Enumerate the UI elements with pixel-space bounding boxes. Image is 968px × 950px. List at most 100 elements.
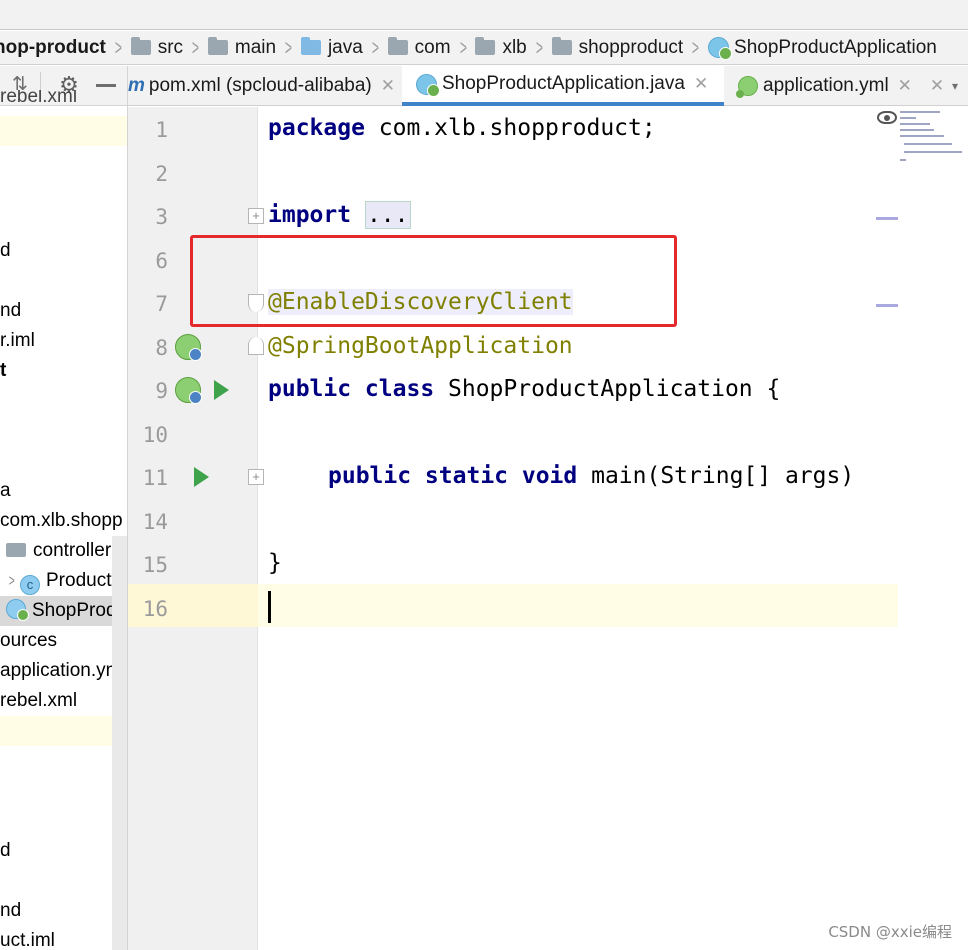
close-icon[interactable]: ✕ xyxy=(381,76,395,96)
folded-imports[interactable]: ... xyxy=(364,201,411,229)
line-number: 11 xyxy=(142,466,168,490)
spring-bean-icon[interactable] xyxy=(175,334,202,361)
tree-item[interactable] xyxy=(0,716,127,746)
minimap-line xyxy=(900,129,934,131)
tree-item-product[interactable]: > c Product xyxy=(0,566,127,596)
breadcrumb-project[interactable]: hop-product xyxy=(0,31,106,64)
tree-item-shopproductapplication[interactable]: ShopProdu xyxy=(0,596,127,626)
close-icon[interactable]: ✕ xyxy=(694,74,708,94)
fold-expand-icon[interactable]: + xyxy=(248,208,264,224)
tree-item[interactable]: nd xyxy=(0,896,127,926)
chevron-right-icon: > xyxy=(459,34,467,60)
code-minimap[interactable] xyxy=(898,107,968,167)
chevron-right-icon: > xyxy=(371,34,379,60)
line-number: 16 xyxy=(142,597,168,621)
fold-expand-icon[interactable]: + xyxy=(248,469,264,485)
highlight-box xyxy=(190,235,677,327)
minimap-line xyxy=(900,111,940,113)
tree-item-rebel-xml[interactable]: rebel.xml xyxy=(0,686,127,716)
text-caret xyxy=(268,591,271,623)
tree-item[interactable] xyxy=(0,116,127,146)
breadcrumb-item-shopproduct[interactable]: shopproduct xyxy=(551,31,683,64)
window-top-strip xyxy=(0,0,968,30)
source-folder-icon xyxy=(300,37,321,55)
tree-item[interactable]: t xyxy=(0,356,127,386)
code-line-3: import ... xyxy=(268,201,411,229)
folder-icon xyxy=(130,37,151,55)
tree-item-package[interactable]: com.xlb.shopp xyxy=(0,506,127,536)
line-number: 10 xyxy=(142,423,168,447)
run-icon[interactable] xyxy=(214,380,229,400)
minimap-line xyxy=(900,159,906,161)
minimap-line xyxy=(904,151,962,153)
tree-item-application-yml[interactable]: application.ym xyxy=(0,656,127,686)
tree-item[interactable]: a xyxy=(0,476,127,506)
spring-boot-class-icon xyxy=(6,599,29,621)
line-number: 15 xyxy=(142,553,168,577)
close-icon[interactable]: ✕ xyxy=(930,76,944,96)
line-number: 14 xyxy=(142,510,168,534)
tree-item[interactable]: rebel.xml xyxy=(0,90,127,106)
line-number: 6 xyxy=(155,249,168,273)
editor-tab-bar: m pom.xml (spcloud-alibaba) ✕ ShopProduc… xyxy=(128,66,968,106)
breadcrumb-item-class[interactable]: ShopProductApplication xyxy=(708,31,937,64)
breadcrumb-item-java[interactable]: java xyxy=(300,31,363,64)
tree-item[interactable]: d xyxy=(0,236,127,266)
minimap-line xyxy=(900,117,916,119)
line-number: 2 xyxy=(155,162,168,186)
chevron-right-icon: > xyxy=(535,34,543,60)
tab-pom-xml[interactable]: m pom.xml (spcloud-alibaba) ✕ xyxy=(128,66,400,106)
error-stripe-mark[interactable] xyxy=(876,304,898,307)
breadcrumb-item-src[interactable]: src xyxy=(130,31,183,64)
code-editor[interactable]: 1 2 3 6 7 8 9 10 11 14 15 16 + + package… xyxy=(128,107,968,950)
minimap-line xyxy=(900,135,944,137)
breadcrumb-item-com[interactable]: com xyxy=(387,31,451,64)
breadcrumb-item-xlb[interactable]: xlb xyxy=(475,31,527,64)
breadcrumb: hop-product > src > main > java > com > … xyxy=(0,31,968,65)
spring-config-icon xyxy=(736,76,758,98)
breadcrumb-item-main[interactable]: main xyxy=(207,31,276,64)
project-tool-window: ⇅ ⚙ rebel.xml d nd r.iml t a com.xlb.sho… xyxy=(0,66,128,950)
error-stripe-mark[interactable] xyxy=(876,217,898,220)
package-icon xyxy=(475,37,496,55)
class-icon: c xyxy=(20,575,40,595)
sidebar-scrollbar[interactable] xyxy=(112,536,127,950)
code-line-9: public class ShopProductApplication { xyxy=(268,376,781,402)
line-number: 9 xyxy=(155,379,168,403)
tree-item[interactable]: nd xyxy=(0,296,127,326)
spring-bean-icon[interactable] xyxy=(175,377,202,404)
line-number: 7 xyxy=(155,292,168,316)
chevron-right-icon: > xyxy=(284,34,293,60)
tree-item[interactable]: r.iml xyxy=(0,326,127,356)
spring-boot-class-icon xyxy=(708,37,733,60)
tab-application-yml[interactable]: application.yml ✕ ✕ xyxy=(736,66,948,106)
tree-item[interactable]: d xyxy=(0,836,127,866)
fold-end-icon[interactable] xyxy=(248,337,264,355)
tree-item-controller[interactable]: controller xyxy=(0,536,127,566)
minimap-line xyxy=(904,143,952,145)
package-icon xyxy=(6,543,26,557)
minimize-icon[interactable] xyxy=(96,84,116,87)
watermark: CSDN @xxie编程 xyxy=(828,923,952,941)
close-icon[interactable]: ✕ xyxy=(898,76,912,96)
folder-icon xyxy=(207,37,228,55)
line-number: 8 xyxy=(155,336,168,360)
tab-overflow-icon[interactable]: ▾ xyxy=(952,66,968,106)
tab-shopproductapplication-java[interactable]: ShopProductApplication.java ✕ xyxy=(402,66,724,106)
chevron-right-icon: > xyxy=(191,34,200,60)
eye-icon[interactable] xyxy=(877,111,897,124)
line-number: 1 xyxy=(155,118,168,142)
run-icon[interactable] xyxy=(194,467,209,487)
line-number: 3 xyxy=(155,205,168,229)
tree-item-resources[interactable]: ources xyxy=(0,626,127,656)
package-icon xyxy=(387,37,408,55)
code-line-1: package com.xlb.shopproduct; xyxy=(268,115,656,141)
minimap-line xyxy=(900,123,930,125)
chevron-right-icon[interactable]: > xyxy=(9,566,17,596)
tree-item[interactable]: uct.iml xyxy=(0,926,127,950)
code-line-11: public static void main(String[] args) xyxy=(328,463,855,489)
spring-boot-class-icon xyxy=(416,73,440,97)
chevron-right-icon: > xyxy=(114,34,122,60)
maven-file-icon: m xyxy=(128,75,145,96)
chevron-right-icon: > xyxy=(692,34,700,60)
